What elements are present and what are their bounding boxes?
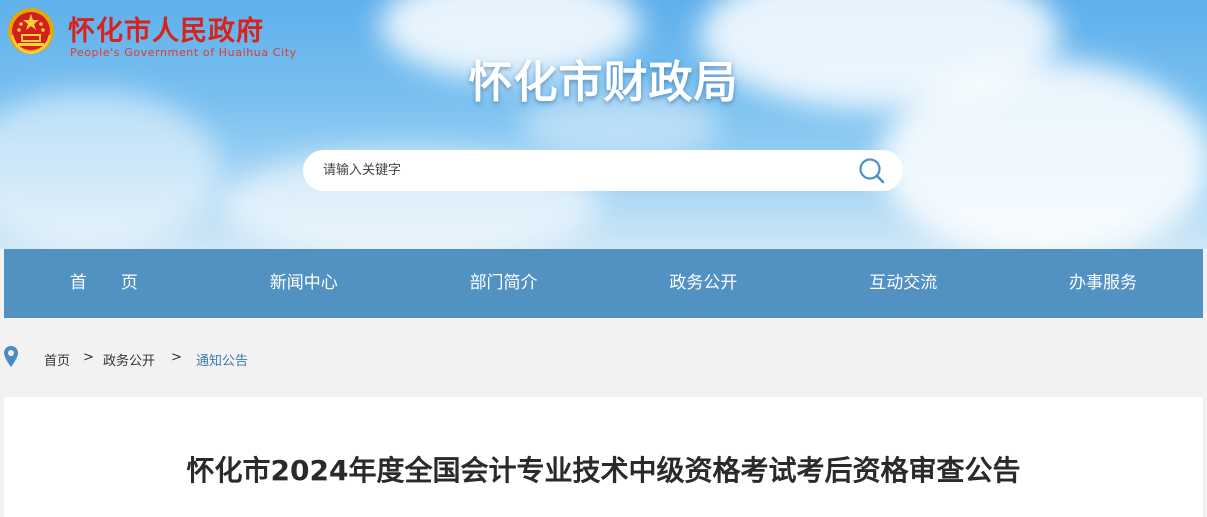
nav-item-news[interactable]: 新闻中心 — [204, 249, 404, 318]
breadcrumb-notices[interactable]: 通知公告 — [196, 350, 248, 369]
search-bar — [303, 150, 903, 191]
nav-item-services[interactable]: 办事服务 — [1003, 249, 1203, 318]
main-nav: 首 页 新闻中心 部门简介 政务公开 互动交流 办事服务 — [4, 249, 1203, 318]
breadcrumb-separator: > — [171, 350, 182, 365]
nav-item-home[interactable]: 首 页 — [4, 249, 204, 318]
nav-item-government-affairs[interactable]: 政务公开 — [603, 249, 803, 318]
breadcrumb-government-affairs[interactable]: 政务公开 — [103, 350, 155, 369]
article-title: 怀化市2024年度全国会计专业技术中级资格考试考后资格审查公告 — [186, 454, 1021, 487]
article-panel: 怀化市2024年度全国会计专业技术中级资格考试考后资格审查公告 — [4, 397, 1203, 517]
breadcrumb-separator: > — [83, 350, 94, 365]
nav-item-department[interactable]: 部门简介 — [404, 249, 604, 318]
nav-item-interaction[interactable]: 互动交流 — [803, 249, 1003, 318]
search-icon[interactable] — [858, 157, 886, 185]
breadcrumb-home[interactable]: 首页 — [44, 350, 70, 369]
header-banner: 怀化市人民政府 People's Government of Huaihua C… — [0, 0, 1207, 249]
government-name: 怀化市人民政府 — [68, 16, 264, 47]
search-input[interactable] — [323, 150, 843, 191]
location-pin-icon — [4, 346, 18, 367]
breadcrumb: 首页 > 政务公开 > 通知公告 — [0, 343, 600, 373]
site-title: 怀化市财政局 — [468, 57, 739, 108]
cloud-decoration — [0, 90, 220, 249]
